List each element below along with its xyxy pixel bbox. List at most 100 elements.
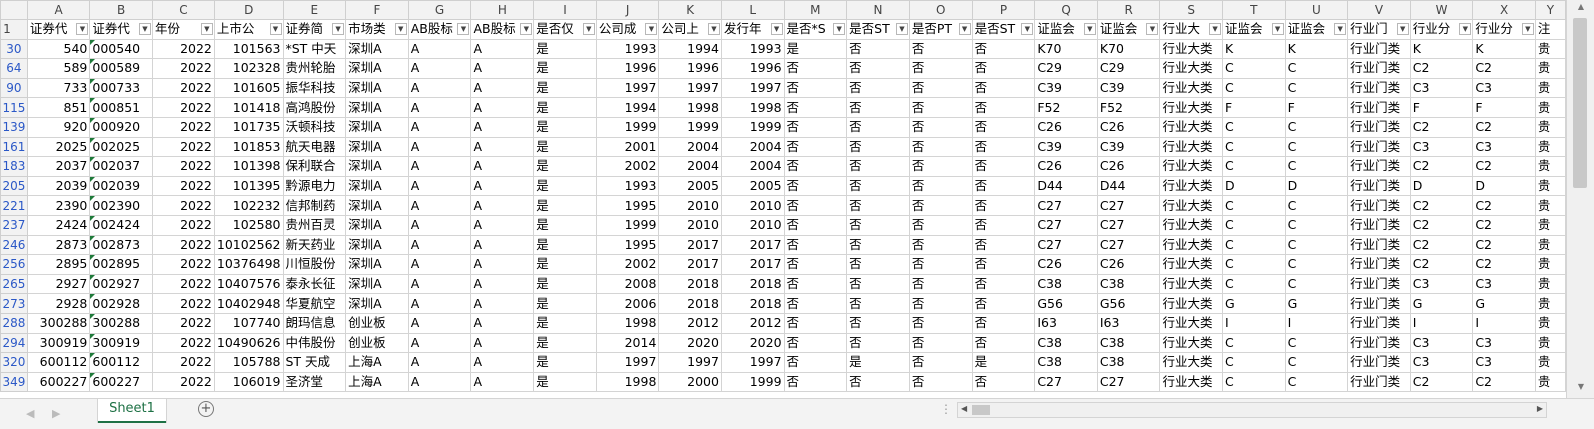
- table-cell[interactable]: 信邦制药: [282, 195, 347, 216]
- table-cell[interactable]: 深圳A: [345, 77, 409, 99]
- table-cell[interactable]: 否: [783, 234, 848, 256]
- table-cell[interactable]: A: [470, 312, 535, 334]
- column-header[interactable]: L: [720, 0, 785, 20]
- table-cell[interactable]: 否: [783, 371, 848, 393]
- table-cell[interactable]: C: [1222, 77, 1286, 99]
- split-handle-icon[interactable]: ⋮: [940, 402, 952, 416]
- table-cell[interactable]: A: [470, 116, 535, 138]
- table-cell[interactable]: 300288: [26, 312, 91, 334]
- sheet-tab-sheet1[interactable]: Sheet1: [98, 399, 166, 423]
- field-header-cell[interactable]: 公司成 ▼: [595, 19, 660, 40]
- table-cell[interactable]: C26: [1034, 156, 1098, 177]
- table-cell[interactable]: 否: [783, 195, 848, 216]
- table-cell[interactable]: 否: [846, 195, 910, 216]
- table-cell[interactable]: 否: [846, 293, 910, 314]
- table-cell[interactable]: 否: [846, 156, 910, 177]
- table-cell[interactable]: 否: [783, 97, 848, 118]
- table-cell[interactable]: 2014: [595, 332, 660, 354]
- table-cell[interactable]: C3: [1409, 273, 1474, 295]
- field-header-cell[interactable]: 上市公 ▼: [213, 19, 284, 40]
- table-cell[interactable]: 否: [908, 273, 973, 295]
- column-header[interactable]: R: [1096, 0, 1161, 20]
- table-cell[interactable]: C29: [1034, 58, 1098, 79]
- table-cell[interactable]: 000733: [89, 77, 153, 99]
- field-header-cell[interactable]: 证监会 ▼: [1284, 19, 1349, 40]
- table-cell[interactable]: 行业门类: [1347, 38, 1411, 60]
- table-cell[interactable]: C: [1284, 136, 1349, 158]
- table-cell[interactable]: 2895: [26, 254, 91, 275]
- table-cell[interactable]: 振华科技: [282, 77, 347, 99]
- field-header-cell[interactable]: 是否仅 ▼: [533, 19, 597, 40]
- table-cell[interactable]: 深圳A: [345, 234, 409, 256]
- field-header-cell[interactable]: 是否*S ▼: [783, 19, 848, 40]
- table-cell[interactable]: 1997: [720, 77, 785, 99]
- table-cell[interactable]: 行业大类: [1159, 352, 1224, 373]
- table-cell[interactable]: 深圳A: [345, 175, 409, 197]
- table-cell[interactable]: A: [407, 312, 472, 334]
- table-cell[interactable]: 行业门类: [1347, 136, 1411, 158]
- table-cell[interactable]: 否: [971, 293, 1036, 314]
- table-cell[interactable]: C2: [1409, 156, 1474, 177]
- filter-dropdown-icon[interactable]: ▼: [76, 23, 89, 35]
- table-cell[interactable]: 589: [26, 58, 91, 79]
- table-cell[interactable]: 300919: [26, 332, 91, 354]
- row-header[interactable]: 294: [0, 332, 28, 354]
- table-cell[interactable]: A: [407, 116, 472, 138]
- table-cell[interactable]: 2022: [151, 214, 215, 236]
- table-cell[interactable]: 1998: [595, 371, 660, 393]
- table-cell[interactable]: 贵: [1534, 116, 1566, 138]
- filter-dropdown-icon[interactable]: ▼: [1459, 23, 1472, 35]
- filter-dropdown-icon[interactable]: ▼: [645, 23, 658, 35]
- table-cell[interactable]: 1993: [595, 175, 660, 197]
- table-cell[interactable]: C38: [1096, 332, 1161, 354]
- table-cell[interactable]: 深圳A: [345, 195, 409, 216]
- table-cell[interactable]: 101395: [213, 175, 284, 197]
- table-cell[interactable]: 101563: [213, 38, 284, 60]
- table-cell[interactable]: 川恒股份: [282, 254, 347, 275]
- table-cell[interactable]: 否: [971, 371, 1036, 393]
- table-cell[interactable]: C2: [1472, 234, 1536, 256]
- table-cell[interactable]: 行业大类: [1159, 254, 1224, 275]
- table-cell[interactable]: 行业大类: [1159, 293, 1224, 314]
- table-cell[interactable]: C26: [1096, 156, 1161, 177]
- table-cell[interactable]: F: [1284, 97, 1349, 118]
- table-cell[interactable]: 2022: [151, 312, 215, 334]
- table-cell[interactable]: 否: [846, 175, 910, 197]
- table-cell[interactable]: 002895: [89, 254, 153, 275]
- table-cell[interactable]: 10402948: [213, 293, 284, 314]
- table-cell[interactable]: 否: [846, 116, 910, 138]
- column-header[interactable]: P: [971, 0, 1036, 20]
- table-cell[interactable]: 航天电器: [282, 136, 347, 158]
- table-cell[interactable]: 行业门类: [1347, 234, 1411, 256]
- table-cell[interactable]: 是: [846, 352, 910, 373]
- table-cell[interactable]: 是: [533, 352, 597, 373]
- table-cell[interactable]: 002873: [89, 234, 153, 256]
- table-cell[interactable]: C2: [1472, 195, 1536, 216]
- row-header[interactable]: 237: [0, 214, 28, 236]
- row-header[interactable]: 221: [0, 195, 28, 216]
- field-header-cell[interactable]: 行业大 ▼: [1159, 19, 1224, 40]
- field-header-cell[interactable]: 行业分 ▼: [1409, 19, 1474, 40]
- table-cell[interactable]: 行业大类: [1159, 136, 1224, 158]
- table-cell[interactable]: 否: [846, 77, 910, 99]
- table-cell[interactable]: 否: [971, 175, 1036, 197]
- table-cell[interactable]: 2927: [26, 273, 91, 295]
- table-cell[interactable]: A: [407, 38, 472, 60]
- scroll-left-icon[interactable]: ◀: [961, 404, 967, 413]
- filter-dropdown-icon[interactable]: ▼: [895, 23, 908, 35]
- column-header[interactable]: X: [1472, 0, 1536, 20]
- table-cell[interactable]: 2025: [26, 136, 91, 158]
- table-cell[interactable]: C38: [1096, 273, 1161, 295]
- column-header[interactable]: V: [1347, 0, 1411, 20]
- table-cell[interactable]: 深圳A: [345, 254, 409, 275]
- table-cell[interactable]: F: [1409, 97, 1474, 118]
- table-cell[interactable]: C: [1284, 273, 1349, 295]
- table-cell[interactable]: A: [470, 97, 535, 118]
- table-cell[interactable]: 否: [783, 156, 848, 177]
- table-cell[interactable]: 2018: [720, 273, 785, 295]
- table-cell[interactable]: C: [1284, 332, 1349, 354]
- table-cell[interactable]: C27: [1096, 234, 1161, 256]
- table-cell[interactable]: 否: [908, 352, 973, 373]
- column-header[interactable]: F: [345, 0, 409, 20]
- table-cell[interactable]: A: [470, 214, 535, 236]
